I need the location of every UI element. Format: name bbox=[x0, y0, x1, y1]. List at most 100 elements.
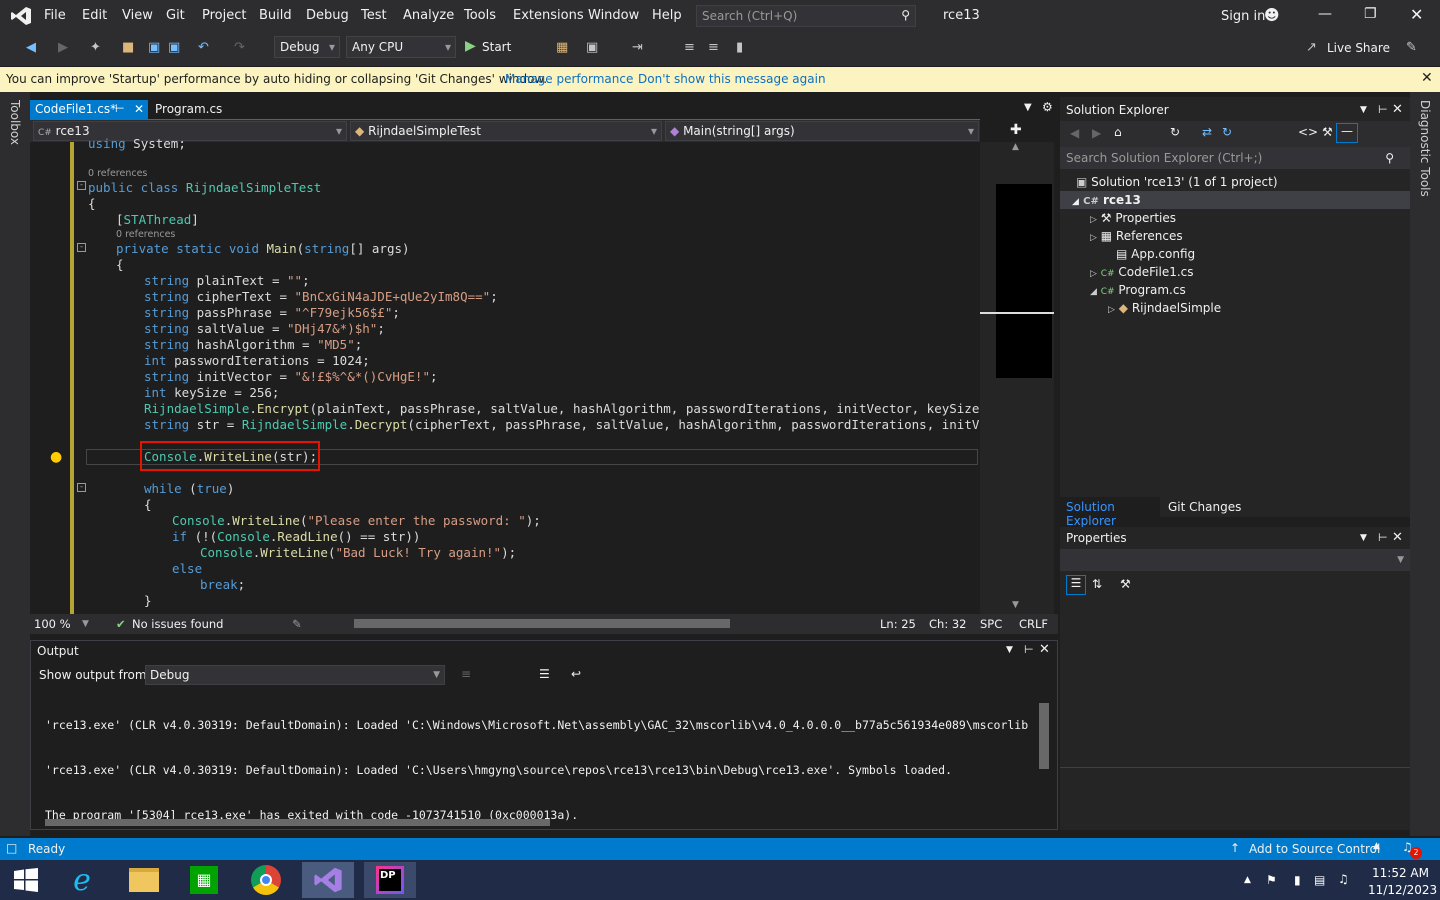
menu-test[interactable]: Test bbox=[361, 8, 387, 23]
platform-dropdown[interactable]: Any CPU ▾ bbox=[346, 36, 456, 58]
outdent-icon[interactable]: ≡ bbox=[708, 40, 719, 55]
browser-icon[interactable]: ▣ bbox=[586, 40, 598, 55]
tree-item-rijndaelsimple[interactable]: ▷ ◆ RijndaelSimple bbox=[1108, 301, 1221, 315]
menu-help[interactable]: Help bbox=[652, 8, 682, 23]
add-source-control-button[interactable]: Add to Source Control bbox=[1249, 842, 1380, 856]
live-share-button[interactable]: Live Share bbox=[1327, 41, 1390, 55]
props-object-dropdown[interactable]: ▼ bbox=[1060, 549, 1410, 571]
tree-item-codefile1[interactable]: ▷ C# CodeFile1.cs bbox=[1090, 265, 1194, 279]
indent-icon[interactable]: ≡ bbox=[684, 40, 695, 55]
attach-icon[interactable]: ▦ bbox=[556, 40, 568, 55]
props-close-icon[interactable]: ✕ bbox=[1392, 530, 1403, 545]
menu-edit[interactable]: Edit bbox=[82, 8, 107, 23]
output-text[interactable]: 'rce13.exe' (CLR v4.0.30319: DefaultDoma… bbox=[45, 688, 1035, 853]
output-menu-icon[interactable]: ▼ bbox=[1006, 645, 1013, 655]
editor-scrollbar-minimap[interactable]: ▲ ▼ bbox=[980, 142, 1054, 614]
clock-date[interactable]: 11/12/2023 bbox=[1368, 883, 1437, 897]
home-icon[interactable]: ⌂ bbox=[1114, 125, 1122, 139]
output-close-icon[interactable]: ✕ bbox=[1039, 642, 1050, 657]
volume-icon[interactable]: ♫ bbox=[1338, 872, 1349, 886]
account-icon[interactable]: ☻ bbox=[1264, 6, 1280, 24]
manage-performance-link[interactable]: Manage performance bbox=[505, 72, 633, 86]
infobar-close-icon[interactable]: ✕ bbox=[1421, 70, 1433, 86]
menu-project[interactable]: Project bbox=[202, 8, 246, 23]
se-back-icon[interactable]: ◀ bbox=[1070, 126, 1079, 140]
tree-item-solution[interactable]: ▣ Solution 'rce13' (1 of 1 project) bbox=[1076, 175, 1278, 189]
minimap-viewport[interactable] bbox=[996, 184, 1052, 378]
start-icon[interactable]: ▶ bbox=[465, 38, 476, 54]
refresh-icon[interactable]: ↻ bbox=[1222, 125, 1232, 139]
start-button[interactable]: Start bbox=[482, 40, 511, 54]
scroll-up-icon[interactable]: ▲ bbox=[1012, 142, 1019, 152]
scroll-down-icon[interactable]: ▼ bbox=[1012, 600, 1019, 610]
bookmark-icon[interactable]: ▮ bbox=[736, 40, 743, 55]
redo-icon[interactable]: ↷ bbox=[234, 40, 245, 55]
save-all-icon[interactable]: ▣ bbox=[168, 40, 180, 55]
goto-icon[interactable]: ≡ bbox=[461, 667, 471, 681]
horizontal-scroll-thumb[interactable] bbox=[354, 619, 730, 628]
issues-status[interactable]: No issues found bbox=[132, 617, 223, 631]
line-ending-indicator[interactable]: CRLF bbox=[1019, 617, 1048, 631]
menu-file[interactable]: File bbox=[44, 8, 66, 23]
battery-icon[interactable]: ▮ bbox=[1294, 873, 1301, 887]
props-menu-icon[interactable]: ▼ bbox=[1360, 533, 1367, 543]
store-icon[interactable]: ▦ bbox=[178, 862, 230, 898]
class-nav-dropdown[interactable]: ◆ RijndaelSimpleTest ▾ bbox=[350, 121, 662, 141]
properties-wrench-icon[interactable]: ⚒ bbox=[1322, 125, 1333, 139]
close-window-button[interactable]: ✕ bbox=[1410, 5, 1423, 24]
tree-item-references[interactable]: ▷ ▦ References bbox=[1090, 229, 1183, 243]
tab-list-icon[interactable]: ▼ bbox=[1024, 102, 1032, 113]
menu-debug[interactable]: Debug bbox=[306, 8, 349, 23]
save-icon[interactable]: ▣ bbox=[148, 40, 160, 55]
output-pin-icon[interactable]: ⊢ bbox=[1024, 643, 1034, 656]
collapse-class-icon[interactable]: - bbox=[77, 181, 86, 190]
output-vscroll-thumb[interactable] bbox=[1039, 703, 1049, 769]
tree-item-project[interactable]: ◢ C# rce13 bbox=[1072, 193, 1141, 207]
config-dropdown[interactable]: Debug ▾ bbox=[274, 36, 340, 58]
toolbox-tab[interactable]: Toolbox bbox=[8, 100, 22, 145]
tab-solution-explorer[interactable]: Solution Explorer bbox=[1060, 497, 1160, 528]
undo-icon[interactable]: ↶ bbox=[198, 40, 209, 55]
categorized-icon[interactable]: ☰ bbox=[1066, 575, 1086, 595]
tree-item-program[interactable]: ◢ C# Program.cs bbox=[1090, 283, 1186, 297]
new-project-icon[interactable]: ✦ bbox=[90, 40, 101, 55]
se-pin-icon[interactable]: ⊢ bbox=[1378, 103, 1388, 116]
caret-up-icon[interactable]: ▲ bbox=[1373, 841, 1380, 851]
feedback-icon[interactable]: ✎ bbox=[1406, 40, 1417, 55]
menu-tools[interactable]: Tools bbox=[464, 8, 496, 23]
menu-git[interactable]: Git bbox=[166, 8, 185, 23]
dont-show-again-link[interactable]: Don't show this message again bbox=[638, 72, 826, 86]
lightbulb-icon[interactable]: ● bbox=[50, 449, 62, 465]
tray-flag-icon[interactable]: ⚑ bbox=[1266, 873, 1277, 887]
chrome-icon[interactable] bbox=[240, 862, 292, 898]
menu-extensions[interactable]: Extensions bbox=[513, 8, 584, 23]
output-source-dropdown[interactable]: Debug ▼ bbox=[145, 665, 445, 685]
network-icon[interactable]: ▤ bbox=[1314, 873, 1325, 887]
zoom-chevron-icon[interactable]: ▼ bbox=[82, 619, 89, 629]
props-pin-icon[interactable]: ⊢ bbox=[1378, 531, 1388, 544]
word-wrap-icon[interactable]: ↩ bbox=[571, 667, 581, 681]
restore-button[interactable]: ❐ bbox=[1364, 6, 1377, 22]
search-input[interactable]: Search (Ctrl+Q) ⚲ bbox=[696, 5, 916, 27]
menu-view[interactable]: View bbox=[122, 8, 153, 23]
codelens-refs[interactable]: 0 references bbox=[88, 168, 147, 179]
tab-codefile1[interactable]: CodeFile1.cs* ⊢ ✕ bbox=[30, 100, 148, 120]
clock-time[interactable]: 11:52 AM bbox=[1372, 866, 1429, 880]
se-forward-icon[interactable]: ▶ bbox=[1092, 126, 1101, 140]
menu-window[interactable]: Window bbox=[588, 8, 639, 23]
tray-chevron-icon[interactable]: ▲ bbox=[1244, 875, 1251, 885]
code-view-icon[interactable]: <> bbox=[1298, 125, 1318, 139]
brush-icon[interactable]: ✎ bbox=[292, 617, 302, 631]
internet-explorer-icon[interactable]: e bbox=[56, 862, 108, 898]
minimize-button[interactable]: — bbox=[1318, 6, 1332, 22]
codelens-refs[interactable]: 0 references bbox=[116, 229, 175, 240]
column-indicator[interactable]: Ch: 32 bbox=[929, 617, 966, 631]
dotpeek-icon[interactable]: DP bbox=[364, 862, 416, 898]
zoom-dropdown[interactable]: 100 % bbox=[34, 617, 71, 631]
back-icon[interactable]: ◀ bbox=[26, 40, 36, 55]
se-menu-icon[interactable]: ▼ bbox=[1360, 105, 1367, 115]
windows-start-icon[interactable] bbox=[0, 862, 52, 898]
property-pages-icon[interactable]: ⚒ bbox=[1120, 577, 1131, 591]
history-icon[interactable]: ↻ bbox=[1170, 125, 1180, 139]
tab-close-icon[interactable]: ✕ bbox=[134, 102, 144, 116]
